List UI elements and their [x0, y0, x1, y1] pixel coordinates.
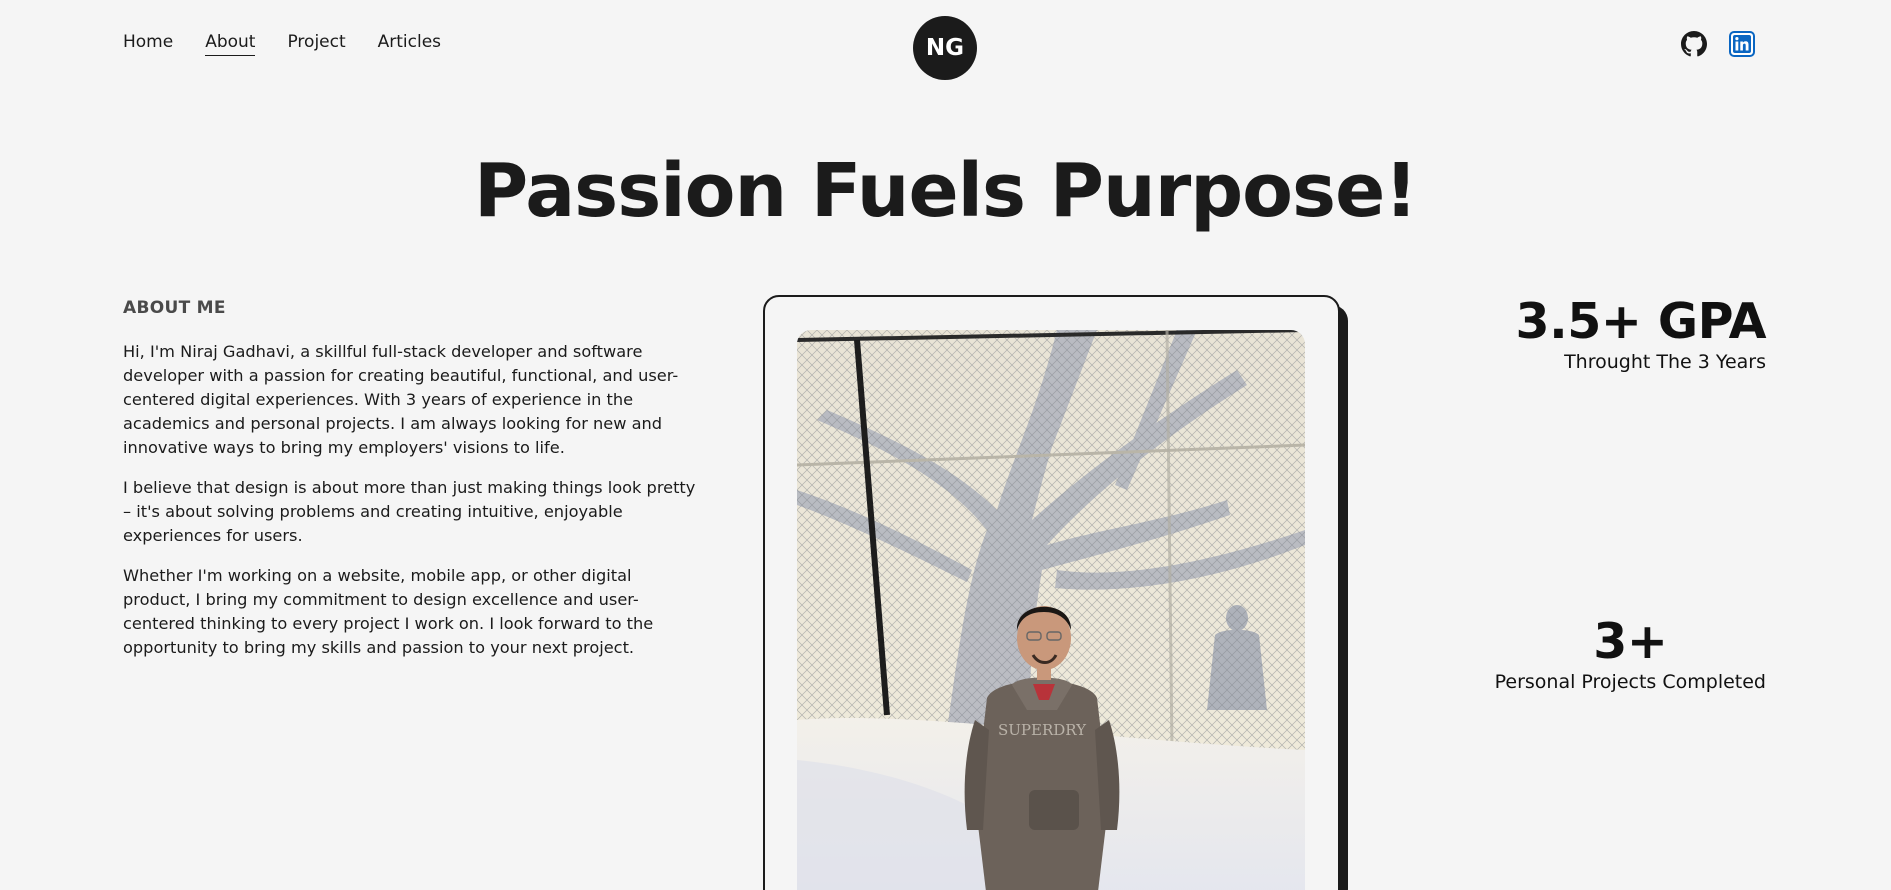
about-paragraph-2: I believe that design is about more than… [123, 478, 696, 545]
nav-home[interactable]: Home [123, 32, 173, 56]
svg-text:SUPERDRY: SUPERDRY [998, 721, 1087, 739]
about-section: ABOUT ME Hi, I'm Niraj Gadhavi, a skillf… [123, 298, 703, 676]
social-links [1681, 31, 1755, 57]
nav-about[interactable]: About [205, 32, 256, 56]
main-nav: Home About Project Articles [123, 32, 441, 56]
stat-gpa: 3.5+ GPA Throught The 3 Years [1515, 293, 1767, 374]
stat-gpa-label: Throught The 3 Years [1564, 351, 1766, 373]
nav-project[interactable]: Project [287, 32, 345, 56]
about-heading: ABOUT ME [123, 298, 226, 318]
stat-gpa-value: 3.5+ GPA [1515, 293, 1767, 350]
page-title: Passion Fuels Purpose! [473, 148, 1418, 234]
github-icon[interactable] [1681, 31, 1707, 57]
stat-projects-label: Personal Projects Completed [1494, 671, 1766, 693]
nav-articles[interactable]: Articles [378, 32, 441, 56]
linkedin-icon[interactable] [1729, 31, 1755, 57]
logo[interactable]: NG [913, 16, 977, 80]
stat-projects: 3+ Personal Projects Completed [1495, 614, 1766, 694]
profile-photo: SUPERDRY [797, 330, 1305, 890]
about-paragraph-1: Hi, I'm Niraj Gadhavi, a skillful full-s… [123, 342, 679, 457]
stat-projects-value: 3+ [1593, 613, 1668, 670]
about-paragraph-3: Whether I'm working on a website, mobile… [123, 566, 654, 657]
